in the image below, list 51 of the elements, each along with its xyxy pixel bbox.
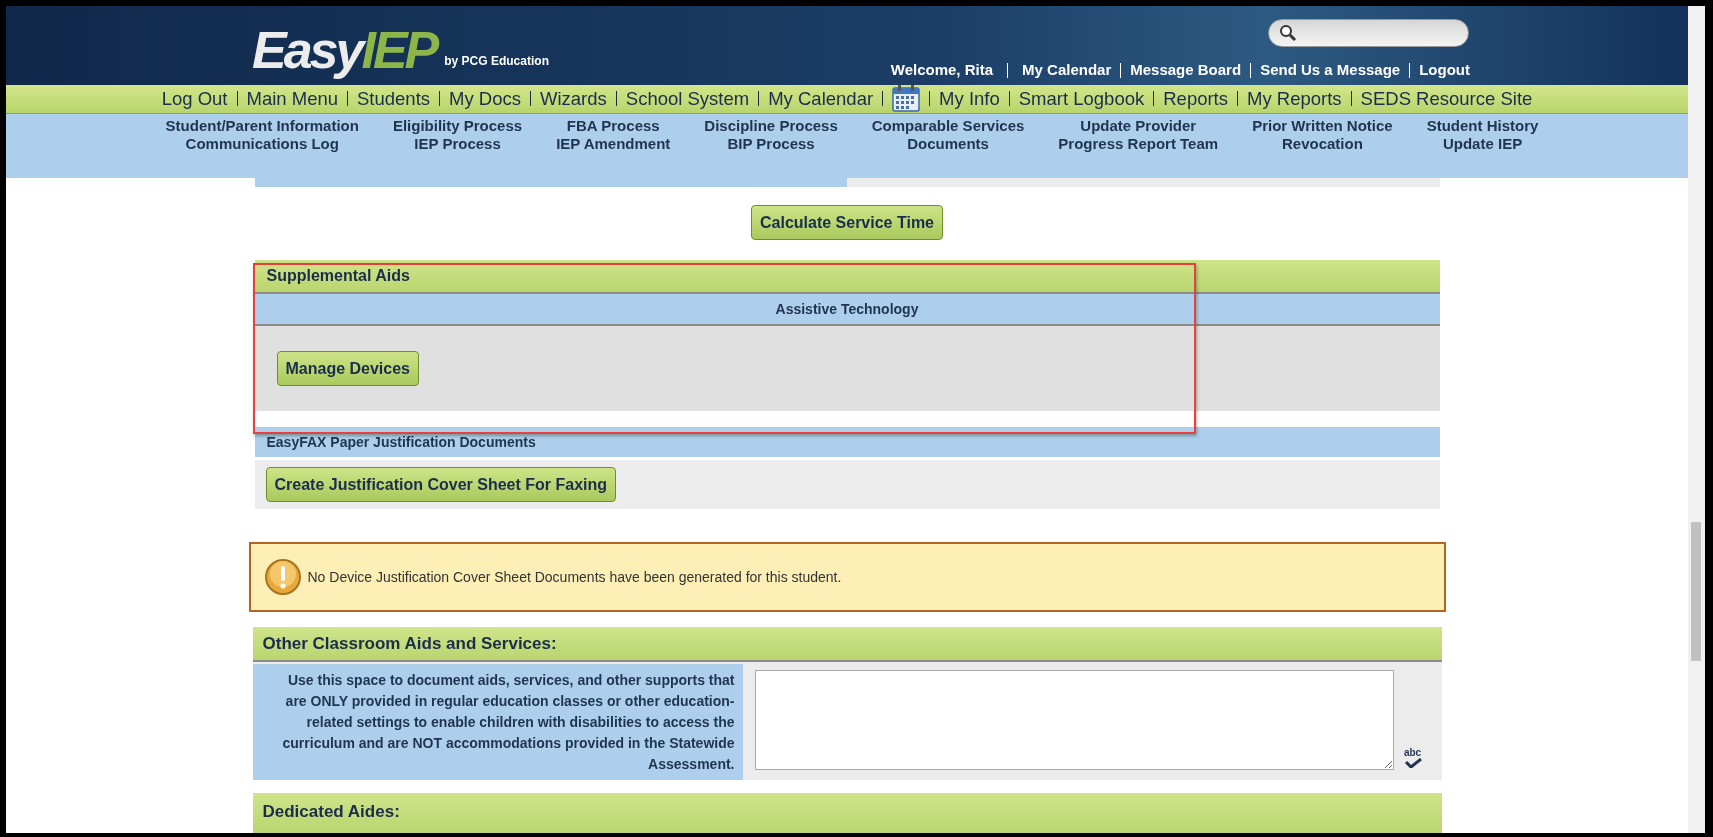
sub-nav-link[interactable]: Communications Log [185,134,339,153]
sub-nav-link[interactable]: Update IEP [1442,134,1523,153]
welcome-text: Welcome, Rita [890,60,994,80]
nav-link[interactable]: SEDS Resource Site [1360,85,1533,113]
section-header: EasyFAX Paper Justification Documents [254,427,1440,457]
sub-nav-link[interactable]: Discipline Process [704,116,838,135]
nav-link[interactable]: Log Out [161,85,228,113]
nav-link[interactable]: My Reports [1247,85,1342,113]
scrollbar[interactable] [1688,6,1705,833]
scrollbar-thumb[interactable] [1691,522,1701,661]
sub-nav-link[interactable]: Student History [1426,116,1539,135]
sub-nav-link[interactable]: Student/Parent Information [165,116,359,135]
sub-nav-link[interactable]: Progress Report Team [1058,134,1219,153]
search-field[interactable] [1268,19,1469,47]
nav-link[interactable]: School System [625,85,750,113]
sub-nav-link[interactable]: BIP Process [727,134,815,153]
sub-nav-link[interactable]: IEP Process [414,134,501,153]
nav-link[interactable]: My Info [939,85,1000,113]
search-icon [1279,24,1297,42]
create-cover-sheet-button[interactable]: Create Justification Cover Sheet For Faxing [265,467,617,502]
sub-nav-link[interactable]: Prior Written Notice [1252,116,1393,135]
warning-message: No Device Justification Cover Sheet Documents have been generated for this student. [307,567,842,587]
nav-link[interactable]: Reports [1163,85,1228,113]
nav-link[interactable]: Smart Logbook [1018,85,1145,113]
header-link[interactable]: My Calendar [1022,59,1112,82]
sub-nav-link[interactable]: Comparable Services [871,116,1025,135]
header-link[interactable]: Send Us a Message [1260,59,1401,82]
nav-link[interactable]: My Calendar [768,85,874,113]
table-header: Assistive Technology [254,294,1440,326]
warning-icon [263,558,302,596]
sub-nav-link[interactable]: Documents [907,134,989,153]
sub-nav-link[interactable]: Update Provider [1080,116,1197,135]
nav-link[interactable]: Wizards [540,85,607,113]
sub-nav-link[interactable]: Eligibility Process [392,116,523,135]
section-header: Dedicated Aides: [252,793,1442,833]
calendar-icon[interactable] [892,85,921,113]
nav-link[interactable]: My Docs [449,85,521,113]
header-link[interactable]: Message Board [1130,59,1242,82]
calculate-service-time-button[interactable]: Calculate Service Time [751,205,943,240]
logo-byline: by PCG Education [444,53,549,70]
header-link[interactable]: Logout [1419,59,1470,82]
instructions-text: Use this space to document aids, services, and other supports that are ONLY provided in regular education classes or other education-related settings to enable children with disabilities to access the curriculum and are NOT accommodations provided in the Statewide Assessment. [281,670,735,774]
sub-nav-link[interactable]: FBA Process [566,116,660,135]
nav-link[interactable]: Main Menu [246,85,338,113]
nav-link[interactable]: Students [357,85,431,113]
section-header: Supplemental Aids [254,260,1440,294]
text-area[interactable] [754,670,1394,770]
manage-devices-button[interactable]: Manage Devices [276,351,419,386]
sub-nav-link[interactable]: IEP Amendment [556,134,671,153]
section-header: Other Classroom Aids and Services: [252,627,1442,662]
sub-nav-link[interactable]: Revocation [1282,134,1363,153]
